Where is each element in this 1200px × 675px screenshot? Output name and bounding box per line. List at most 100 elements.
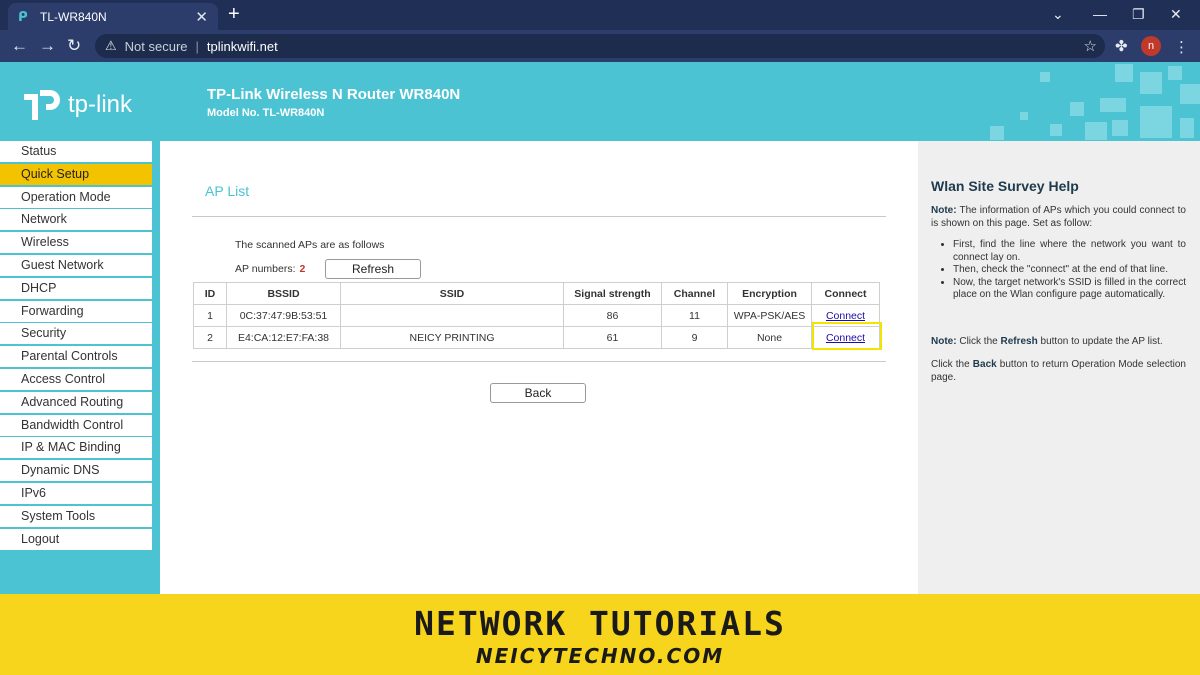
note-text: The information of APs which you could c…	[931, 205, 1186, 229]
sidebar-item-network[interactable]: Network	[0, 209, 152, 232]
cell-channel: 11	[661, 304, 728, 327]
sidebar-item-dhcp[interactable]: DHCP	[0, 277, 152, 300]
back-bold: Back	[972, 359, 997, 370]
tab-search-chevron-icon[interactable]: ⌄	[1052, 6, 1064, 23]
column-header: ID	[193, 282, 227, 305]
column-header: BSSID	[226, 282, 341, 305]
sidebar-item-ip-mac-binding[interactable]: IP & MAC Binding	[0, 437, 152, 460]
back-pre: Click the	[931, 359, 970, 370]
browser-tab[interactable]: ᑭ TL-WR840N ✕	[8, 3, 218, 30]
url-text: tplinkwifi.net	[206, 38, 278, 54]
ap-list-table: ID BSSID SSID Signal strength Channel En…	[193, 282, 880, 349]
sidebar-item-forwarding[interactable]: Forwarding	[0, 300, 152, 323]
sidebar-item-wireless[interactable]: Wireless	[0, 232, 152, 255]
back-arrow-icon[interactable]: ←	[11, 36, 28, 56]
reload-icon[interactable]: ↻	[67, 36, 81, 56]
sidebar-item-access-control[interactable]: Access Control	[0, 368, 152, 391]
connect-highlight-box	[812, 322, 882, 350]
sidebar-item-bandwidth-control[interactable]: Bandwidth Control	[0, 414, 152, 437]
back-post: button to return Operation Mode selectio…	[931, 359, 1186, 383]
note2-bold: Refresh	[1000, 336, 1038, 347]
tab-close-icon[interactable]: ✕	[195, 8, 208, 26]
address-bar[interactable]: ⚠ Not secure | tplinkwifi.net ☆	[95, 34, 1105, 58]
column-header: SSID	[340, 282, 564, 305]
note-label: Note:	[931, 205, 957, 216]
sidebar-item-guest-network[interactable]: Guest Network	[0, 254, 152, 277]
cell-signal: 86	[563, 304, 662, 327]
cell-bssid: E4:CA:12:E7:FA:38	[226, 326, 341, 349]
profile-avatar[interactable]: n	[1141, 36, 1161, 56]
tplink-logo: tp-link	[20, 84, 132, 126]
sidebar-item-status[interactable]: Status	[0, 141, 152, 163]
extensions-puzzle-icon[interactable]: ✤	[1115, 37, 1128, 55]
help-note: Note: The information of APs which you c…	[931, 205, 1186, 230]
sidebar-item-operation-mode[interactable]: Operation Mode	[0, 186, 152, 209]
column-header: Channel	[661, 282, 728, 305]
url-separator: |	[195, 38, 199, 54]
new-tab-button[interactable]: +	[228, 4, 240, 24]
logo-text: tp-link	[68, 91, 133, 118]
help-panel: Wlan Site Survey Help Note: The informat…	[918, 141, 1200, 594]
sidebar-item-ipv6[interactable]: IPv6	[0, 482, 152, 505]
sidebar-item-dynamic-dns[interactable]: Dynamic DNS	[0, 460, 152, 483]
sidebar-item-parental-controls[interactable]: Parental Controls	[0, 346, 152, 369]
main-content: AP List The scanned APs are as follows A…	[160, 141, 918, 594]
sidebar-item-security[interactable]: Security	[0, 323, 152, 346]
back-button[interactable]: Back	[490, 383, 586, 403]
divider	[192, 216, 886, 217]
list-item: First, find the line where the network y…	[953, 239, 1186, 264]
help-note-refresh: Note: Click the Refresh button to update…	[931, 336, 1186, 349]
cell-ssid: NEICY PRINTING	[340, 326, 564, 349]
refresh-button[interactable]: Refresh	[325, 259, 421, 279]
table-row: 2 E4:CA:12:E7:FA:38 NEICY PRINTING 61 9 …	[193, 326, 880, 349]
tab-title: TL-WR840N	[40, 9, 107, 24]
maximize-icon[interactable]: ❐	[1132, 6, 1145, 23]
warning-icon[interactable]: ⚠	[105, 38, 117, 54]
sidebar-item-system-tools[interactable]: System Tools	[0, 505, 152, 528]
connect-link[interactable]: Connect	[826, 310, 865, 322]
cell-channel: 9	[661, 326, 728, 349]
table-row: 1 0C:37:47:9B:53:51 86 11 WPA-PSK/AES Co…	[193, 304, 880, 327]
tplink-favicon-icon: ᑭ	[18, 8, 28, 24]
sidebar-menu: Status Quick Setup Operation Mode Network Wi…	[0, 141, 160, 594]
note2-post: button to update the AP list.	[1040, 336, 1163, 347]
model-number: Model No. TL-WR840N	[207, 107, 325, 119]
column-header: Encryption	[727, 282, 812, 305]
tutorial-banner: NETWORK TUTORIALS NEICYTECHNO.COM	[0, 594, 1200, 675]
ap-numbers-label: AP numbers:	[235, 263, 296, 275]
banner-title: NETWORK TUTORIALS	[414, 604, 786, 643]
sidebar-item-logout[interactable]: Logout	[0, 528, 152, 551]
browser-toolbar: ← → ↻ ⚠ Not secure | tplinkwifi.net ☆ ✤	[0, 30, 1200, 62]
ap-numbers: AP numbers: 2	[235, 263, 305, 275]
column-header: Connect	[811, 282, 880, 305]
window-close-icon[interactable]: ✕	[1170, 6, 1182, 23]
help-note-back: Click the Back button to return Operatio…	[931, 359, 1186, 384]
banner-subtitle: NEICYTECHNO.COM	[475, 644, 725, 668]
scanned-text: The scanned APs are as follows	[235, 239, 385, 251]
help-title: Wlan Site Survey Help	[931, 178, 1079, 194]
divider	[192, 361, 886, 362]
cell-signal: 61	[563, 326, 662, 349]
security-status: Not secure	[124, 38, 188, 54]
bookmark-star-icon[interactable]: ☆	[1084, 37, 1097, 55]
help-bullets: First, find the line where the network y…	[953, 239, 1186, 302]
minimize-icon[interactable]: —	[1093, 6, 1107, 22]
cell-ssid	[340, 304, 564, 327]
list-item: Then, check the "connect" at the end of …	[953, 264, 1186, 277]
sidebar-item-advanced-routing[interactable]: Advanced Routing	[0, 391, 152, 414]
forward-arrow-icon[interactable]: →	[39, 36, 56, 56]
note2-label: Note:	[931, 336, 957, 347]
router-header: tp-link TP-Link Wireless N Router WR840N…	[0, 62, 1200, 141]
table-header-row: ID BSSID SSID Signal strength Channel En…	[193, 282, 880, 305]
browser-tab-bar: ᑭ TL-WR840N ✕ + ⌄ — ❐ ✕	[0, 0, 1200, 30]
ap-numbers-value: 2	[299, 263, 306, 275]
cell-encryption: None	[727, 326, 812, 349]
sidebar-item-quick-setup[interactable]: Quick Setup	[0, 163, 152, 186]
note2-pre: Click the	[959, 336, 998, 347]
browser-menu-icon[interactable]: ⋮	[1174, 38, 1189, 56]
router-title: TP-Link Wireless N Router WR840N	[207, 86, 461, 103]
tplink-logo-icon	[24, 90, 60, 120]
list-item: Now, the target network's SSID is filled…	[953, 277, 1186, 302]
column-header: Signal strength	[563, 282, 662, 305]
page-title: AP List	[205, 183, 250, 199]
